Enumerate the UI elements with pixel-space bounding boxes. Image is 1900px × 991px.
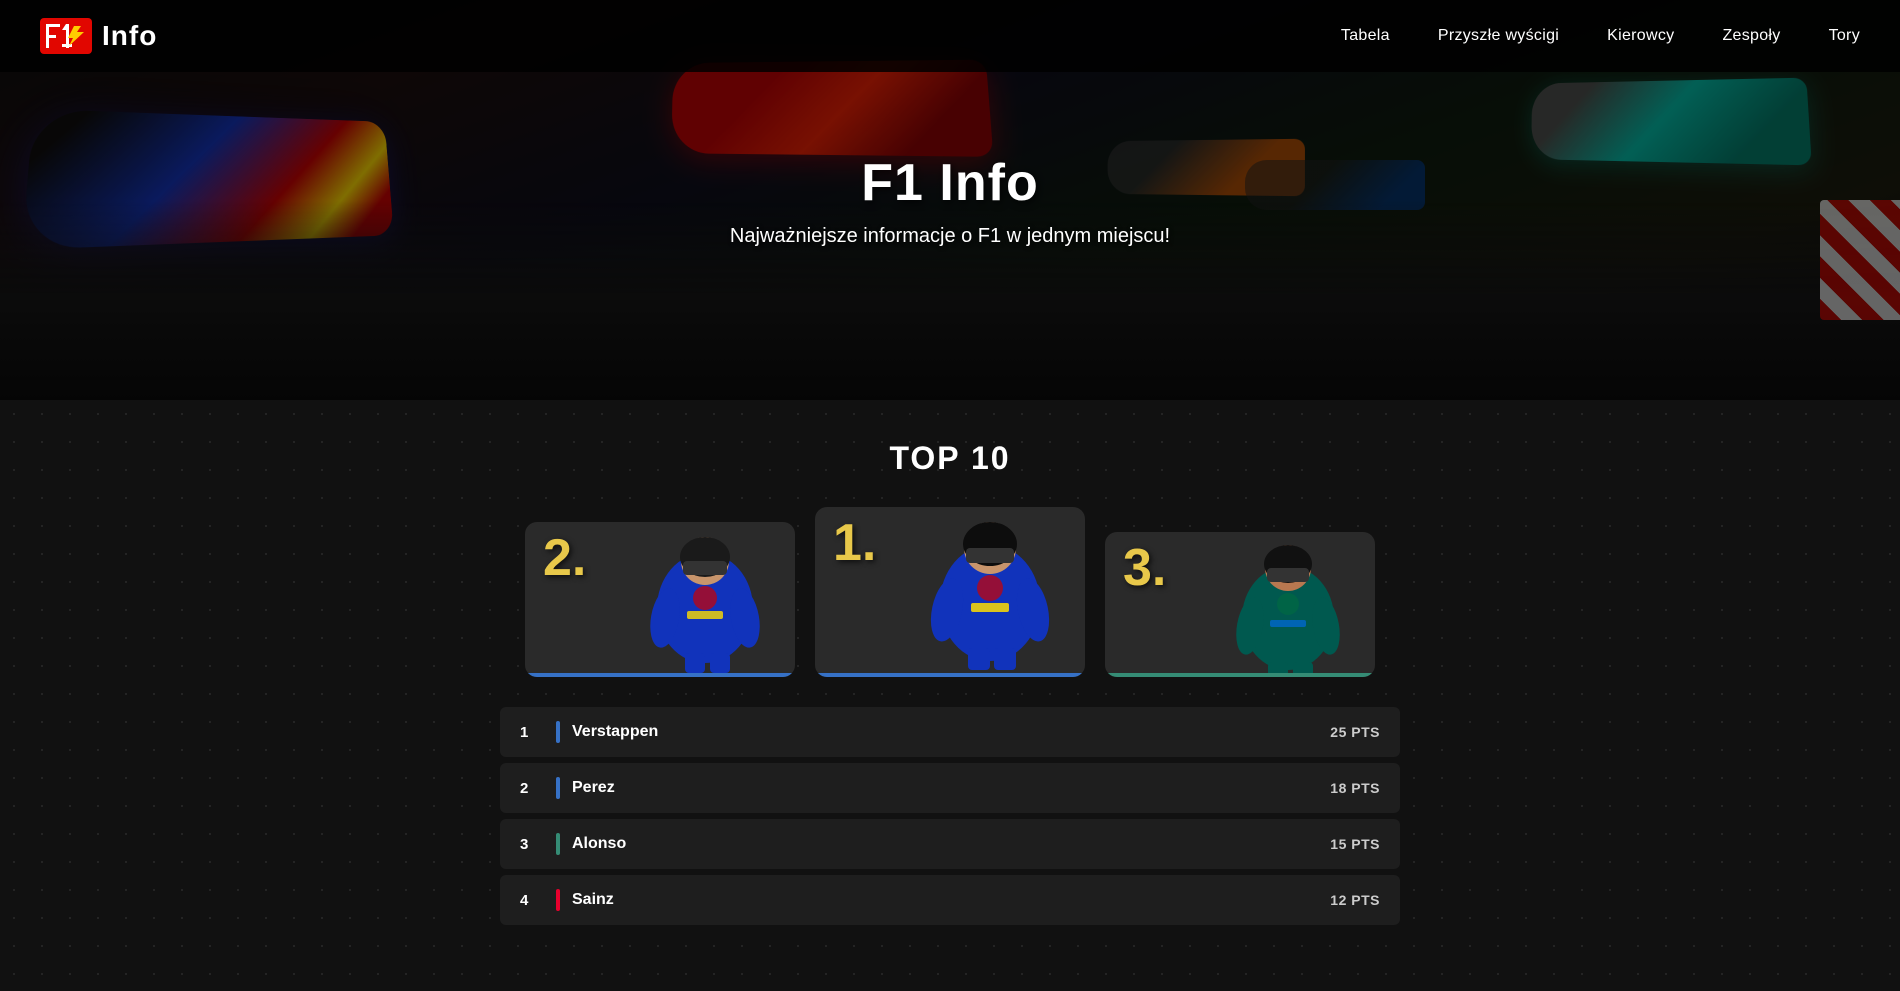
standings-points: 25 PTS bbox=[1330, 724, 1380, 740]
hero-title: F1 Info bbox=[730, 153, 1170, 213]
podium: 2. bbox=[20, 507, 1880, 677]
standings-pos: 1 bbox=[520, 724, 544, 741]
standings-pos: 2 bbox=[520, 780, 544, 797]
standings-team-bar bbox=[556, 889, 560, 911]
podium-number-3: 3. bbox=[1123, 542, 1166, 594]
nav-links: Tabela Przyszłe wyścigi Kierowcy Zespoły… bbox=[1341, 27, 1860, 45]
standings-driver-name: Verstappen bbox=[572, 723, 1330, 741]
nav-link-drivers[interactable]: Kierowcy bbox=[1607, 27, 1674, 44]
standings-row[interactable]: 3 Alonso 15 PTS bbox=[500, 819, 1400, 869]
podium-bar-3 bbox=[1105, 673, 1375, 677]
alonso-silhouette bbox=[1200, 538, 1375, 673]
hero-content: F1 Info Najważniejsze informacje o F1 w … bbox=[730, 153, 1170, 248]
perez-silhouette bbox=[615, 533, 795, 673]
podium-number-2: 2. bbox=[543, 532, 586, 584]
standings-points: 12 PTS bbox=[1330, 892, 1380, 908]
standings-driver-name: Sainz bbox=[572, 891, 1330, 909]
standings-team-bar bbox=[556, 721, 560, 743]
verstappen-silhouette bbox=[895, 518, 1085, 673]
nav-link-teams[interactable]: Zespoły bbox=[1722, 27, 1780, 44]
standings-row[interactable]: 1 Verstappen 25 PTS bbox=[500, 707, 1400, 757]
podium-card-3rd[interactable]: 3. bbox=[1105, 532, 1375, 677]
navbar: Info Tabela Przyszłe wyścigi Kierowcy Ze… bbox=[0, 0, 1900, 72]
standings-row[interactable]: 2 Perez 18 PTS bbox=[500, 763, 1400, 813]
standings-team-bar bbox=[556, 833, 560, 855]
nav-title: Info bbox=[102, 20, 157, 52]
hero-subtitle: Najważniejsze informacje o F1 w jednym m… bbox=[730, 225, 1170, 248]
standings-pos: 4 bbox=[520, 892, 544, 909]
standings-points: 18 PTS bbox=[1330, 780, 1380, 796]
podium-card-1st[interactable]: 1. bbox=[815, 507, 1085, 677]
main-content: TOP 10 2. bbox=[0, 400, 1900, 991]
nav-link-races[interactable]: Przyszłe wyścigi bbox=[1438, 27, 1559, 44]
nav-link-tabela[interactable]: Tabela bbox=[1341, 27, 1390, 44]
standings-driver-name: Alonso bbox=[572, 835, 1330, 853]
podium-bar-1 bbox=[815, 673, 1085, 677]
standings-list: 1 Verstappen 25 PTS 2 Perez 18 PTS 3 Alo… bbox=[500, 707, 1400, 925]
f1-logo-icon bbox=[40, 18, 92, 54]
standings-driver-name: Perez bbox=[572, 779, 1330, 797]
top10-title: TOP 10 bbox=[20, 440, 1880, 477]
podium-card-2nd[interactable]: 2. bbox=[525, 522, 795, 677]
podium-number-1: 1. bbox=[833, 517, 876, 569]
logo[interactable]: Info bbox=[40, 18, 157, 54]
podium-bar-2 bbox=[525, 673, 795, 677]
standings-pos: 3 bbox=[520, 836, 544, 853]
standings-team-bar bbox=[556, 777, 560, 799]
standings-row[interactable]: 4 Sainz 12 PTS bbox=[500, 875, 1400, 925]
standings-points: 15 PTS bbox=[1330, 836, 1380, 852]
nav-link-tracks[interactable]: Tory bbox=[1829, 27, 1860, 44]
